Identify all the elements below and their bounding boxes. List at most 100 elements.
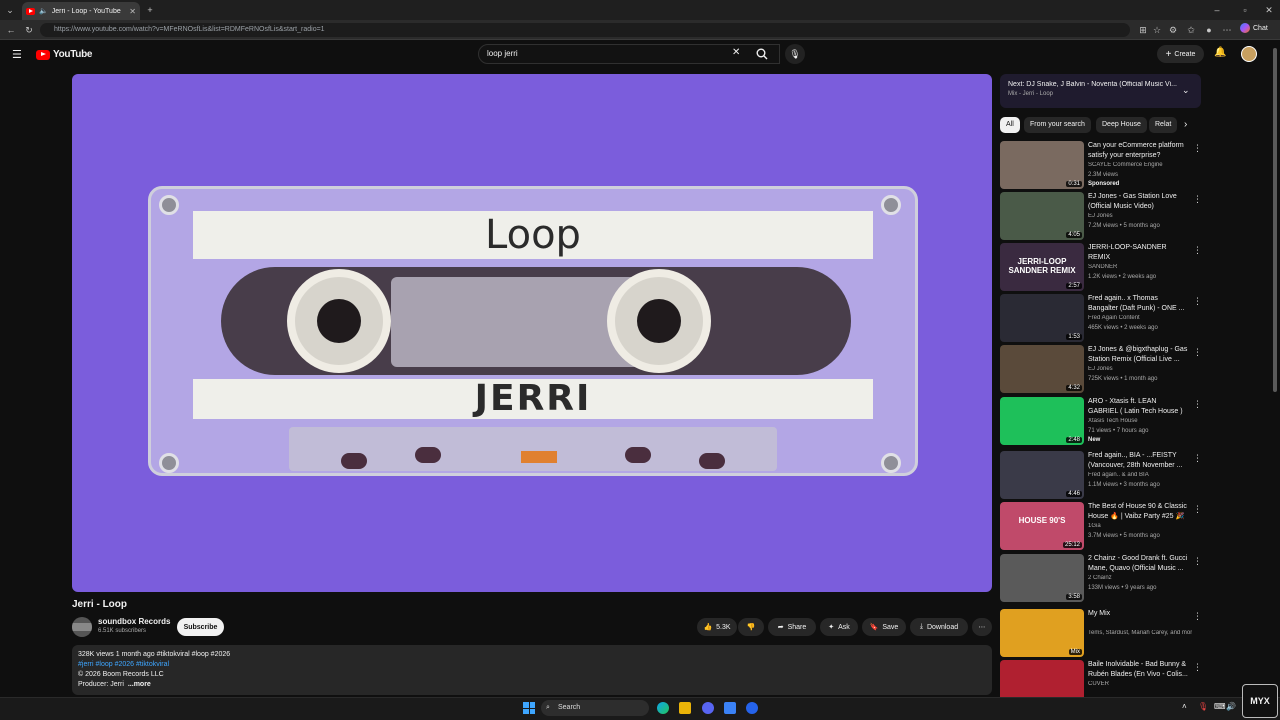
description-tags[interactable]: #jerri #loop #2026 #tiktokviral [78,660,986,670]
extensions-icon[interactable]: ⚙ [1166,23,1180,37]
recommendation-item[interactable]: Mix My Mix Tems, Stardust, Mariah Carey, a… [1000,609,1202,659]
recommendation-title[interactable]: Fred again.., BIA - ...FEISTY (Vancouver… [1088,451,1188,471]
volume-icon[interactable]: 🔊 [1226,702,1236,711]
ask-button[interactable]: ✦ Ask [820,618,858,636]
recommendation-channel[interactable]: EJ Jones [1088,213,1192,219]
recommendation-channel[interactable]: 2 Chainz [1088,575,1192,581]
file-explorer-icon[interactable] [679,702,691,714]
recommendation-item[interactable]: 0:31 Can your eCommerce platform satisfy … [1000,141,1202,191]
description-box[interactable]: 328K views 1 month ago #tiktokviral #loo… [72,645,992,695]
chevron-right-icon[interactable]: › [1184,119,1187,130]
recommendation-title[interactable]: ARO - Xtasis ft. LEAN GABRIEL ( Latin Te… [1088,397,1188,417]
mic-tray-icon[interactable]: 🎙 [1198,702,1208,711]
more-vertical-icon[interactable]: ⋮ [1193,556,1202,567]
app-icon[interactable] [746,702,758,714]
youtube-logo[interactable]: YouTube [36,49,93,60]
recommendation-item[interactable]: HOUSE 90'S 25:12 The Best of House 90 & Cl… [1000,502,1202,552]
hamburger-menu-icon[interactable]: ☰ [12,48,22,61]
edge-icon[interactable] [657,702,669,714]
video-thumbnail[interactable]: Mix [1000,609,1084,657]
minimize-icon[interactable]: – [1210,3,1224,17]
chip-from-your-search[interactable]: From your search [1024,117,1091,133]
video-player[interactable]: Loop JERRI [72,74,992,592]
more-vertical-icon[interactable]: ⋮ [1193,611,1202,622]
translate-icon[interactable]: ⊞ [1136,23,1150,37]
more-vertical-icon[interactable]: ⋮ [1193,143,1202,154]
recommendation-title[interactable]: 2 Chainz - Good Drank ft. Gucci Mane, Qu… [1088,554,1188,574]
chip-all[interactable]: All [1000,117,1020,133]
recommendation-channel[interactable]: Fred Again Content [1088,315,1192,321]
video-thumbnail[interactable]: 1:53 [1000,294,1084,342]
notifications-bell-icon[interactable]: 🔔 [1214,47,1226,58]
share-button[interactable]: ➦ Share [768,618,816,636]
recommendation-title[interactable]: JERRI-LOOP-SANDNER REMIX [1088,243,1188,263]
recommendation-channel[interactable]: Fred again.. & and BIA [1088,472,1192,478]
recommendation-title[interactable]: Can your eCommerce platform satisfy your… [1088,141,1188,161]
recommendation-channel[interactable]: Tems, Stardust, Mariah Carey, and more [1088,630,1192,636]
save-button[interactable]: 🔖 Save [862,618,906,636]
url-field[interactable]: https://www.youtube.com/watch?v=MFeRNOsf… [40,23,1130,37]
back-icon[interactable]: ← [4,23,18,37]
video-thumbnail[interactable]: 3:58 [1000,554,1084,602]
channel-name[interactable]: soundbox Records [98,617,170,626]
subscribe-button[interactable]: Subscribe [177,618,224,636]
tray-chevron-up-icon[interactable]: ˄ [1182,702,1187,711]
recommendation-title[interactable]: EJ Jones - Gas Station Love (Official Mu… [1088,192,1188,212]
recommendation-channel[interactable]: 1Gia [1088,523,1192,529]
more-vertical-icon[interactable]: ⋮ [1193,245,1202,256]
chip-related[interactable]: Relat [1149,117,1177,133]
page-scrollbar[interactable] [1273,48,1277,392]
chat-button[interactable]: Chat [1240,23,1268,33]
more-vertical-icon[interactable]: ⋮ [1193,347,1202,358]
create-button[interactable]: + Create [1157,45,1204,63]
more-vertical-icon[interactable]: ⋮ [1193,399,1202,410]
more-vertical-icon[interactable]: ⋮ [1193,194,1202,205]
recommendation-title[interactable]: Fred again.. x Thomas Bangalter (Daft Pu… [1088,294,1188,314]
recommendation-item[interactable]: 2:48 ARO - Xtasis ft. LEAN GABRIEL ( Lati… [1000,397,1202,447]
recommendation-item[interactable]: 4:46 Fred again.., BIA - ...FEISTY (Vanco… [1000,451,1202,501]
video-thumbnail[interactable]: 2:48 [1000,397,1084,445]
video-thumbnail[interactable]: 4:46 [1000,451,1084,499]
maximize-icon[interactable]: ▫ [1238,3,1252,17]
more-menu-icon[interactable]: ⋯ [1220,23,1234,37]
video-thumbnail[interactable]: 4:32 [1000,345,1084,393]
discord-icon[interactable] [702,702,714,714]
recommendation-item[interactable]: 3:58 2 Chainz - Good Drank ft. Gucci Mane… [1000,554,1202,604]
recommendation-title[interactable]: EJ Jones & @bigxthaplug - Gas Station Re… [1088,345,1188,365]
recommendation-item[interactable]: 4:05 EJ Jones - Gas Station Love (Officia… [1000,192,1202,242]
recommendation-channel[interactable]: SANDNER [1088,264,1192,270]
taskbar-search[interactable]: ⌕ Search [541,700,649,716]
more-vertical-icon[interactable]: ⋮ [1193,662,1202,673]
more-vertical-icon[interactable]: ⋮ [1193,453,1202,464]
new-tab-icon[interactable]: + [143,3,157,17]
voice-search-button[interactable]: 🎙 [785,44,805,64]
download-button[interactable]: ⤓ Download [910,618,968,636]
video-thumbnail[interactable]: JERRI-LOOP SANDNER REMIX 2:57 [1000,243,1084,291]
more-actions-button[interactable]: ⋯ [972,618,992,636]
recommendation-item[interactable]: 4:32 EJ Jones & @bigxthaplug - Gas Statio… [1000,345,1202,395]
search-button[interactable] [748,44,776,64]
video-thumbnail[interactable]: 0:31 [1000,141,1084,189]
video-thumbnail[interactable]: HOUSE 90'S 25:12 [1000,502,1084,550]
recommendation-channel[interactable]: SCAYLE Commerce Engine [1088,162,1192,168]
app-icon[interactable] [724,702,736,714]
recommendation-channel[interactable]: EJ Jones [1088,366,1192,372]
up-next-panel[interactable]: Next: DJ Snake, J Balvin - Noventa (Offi… [1000,74,1201,108]
chip-deep-house[interactable]: Deep House [1096,117,1147,133]
video-thumbnail[interactable]: 4:05 [1000,192,1084,240]
bookmark-star-icon[interactable]: ☆ [1150,23,1164,37]
recommendation-title[interactable]: Baile Inolvidable - Bad Bunny & Rubén Bl… [1088,660,1188,680]
like-button[interactable]: 👍 5.3K [697,618,737,636]
close-tab-icon[interactable]: ✕ [129,7,136,16]
more-vertical-icon[interactable]: ⋮ [1193,504,1202,515]
more-link[interactable]: ...more [128,681,151,688]
close-window-icon[interactable]: ✕ [1262,3,1276,17]
recommendation-item[interactable]: JERRI-LOOP SANDNER REMIX 2:57 JERRI-LOOP-S… [1000,243,1202,293]
account-avatar[interactable] [1241,46,1257,62]
dislike-button[interactable]: 👎 [738,618,764,636]
more-vertical-icon[interactable]: ⋮ [1193,296,1202,307]
reload-icon[interactable]: ↻ [22,23,36,37]
recommendation-channel[interactable]: CUVER [1088,681,1192,687]
windows-start-icon[interactable] [523,702,535,714]
network-icon[interactable]: ⌨ [1214,702,1226,711]
